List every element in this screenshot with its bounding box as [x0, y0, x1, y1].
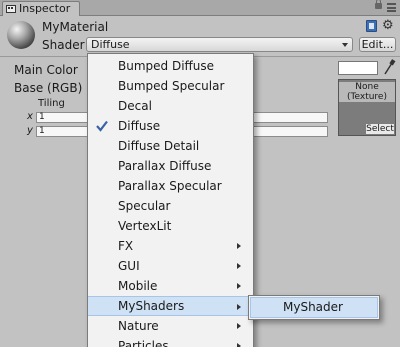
menu-item-bumped-diffuse[interactable]: Bumped Diffuse	[88, 56, 253, 76]
menu-item-diffuse[interactable]: Diffuse	[88, 116, 253, 136]
menu-item-label: Diffuse	[118, 119, 161, 133]
menu-item-specular[interactable]: Specular	[88, 196, 253, 216]
chevron-down-icon	[342, 43, 348, 47]
menu-item-parallax-diffuse[interactable]: Parallax Diffuse	[88, 156, 253, 176]
menu-item-mobile[interactable]: Mobile	[88, 276, 253, 296]
myshaders-submenu: MyShader	[248, 295, 380, 320]
checkmark-icon	[96, 120, 108, 132]
tab-label: Inspector	[19, 2, 71, 15]
tab-inspector[interactable]: Inspector	[2, 1, 80, 16]
menu-item-label: Particles	[118, 339, 169, 347]
menu-item-label: Nature	[118, 319, 159, 333]
menu-item-label: VertexLit	[118, 219, 172, 233]
chevron-right-icon	[237, 343, 241, 347]
menu-item-label: FX	[118, 239, 134, 253]
shader-dropdown[interactable]: Diffuse	[86, 37, 353, 52]
chevron-right-icon	[237, 323, 241, 329]
menu-item-parallax-specular[interactable]: Parallax Specular	[88, 176, 253, 196]
tiling-label: Tiling	[38, 98, 65, 109]
shader-label: Shader	[42, 38, 85, 52]
menu-item-particles[interactable]: Particles	[88, 336, 253, 347]
tiling-y-axis-label: y	[27, 125, 33, 136]
menu-item-label: MyShaders	[118, 299, 185, 313]
tiling-x-axis-label: x	[27, 111, 33, 122]
eyedropper-icon[interactable]	[382, 58, 396, 76]
menu-item-gui[interactable]: GUI	[88, 256, 253, 276]
texture-none-label: None	[355, 82, 379, 92]
shader-dropdown-value: Diffuse	[91, 38, 130, 51]
submenu-item-myshader[interactable]: MyShader	[250, 297, 378, 318]
menu-item-label: GUI	[118, 259, 140, 273]
edit-button[interactable]: Edit...	[359, 37, 396, 52]
menu-item-decal[interactable]: Decal	[88, 96, 253, 116]
menu-item-bumped-specular[interactable]: Bumped Specular	[88, 76, 253, 96]
tab-bar: Inspector	[0, 0, 400, 16]
menu-item-label: Bumped Diffuse	[118, 59, 215, 73]
gear-icon[interactable]: ⚙	[382, 19, 394, 32]
menu-item-label: Mobile	[118, 279, 158, 293]
menu-item-nature[interactable]: Nature	[88, 316, 253, 336]
main-color-label: Main Color	[14, 63, 78, 77]
chevron-right-icon	[237, 304, 241, 310]
help-book-icon[interactable]	[366, 20, 377, 32]
submenu-item-label: MyShader	[283, 300, 343, 314]
chevron-right-icon	[237, 263, 241, 269]
material-name: MyMaterial	[42, 20, 109, 34]
chevron-right-icon	[237, 243, 241, 249]
menu-item-label: Parallax Diffuse	[118, 159, 212, 173]
menu-item-label: Specular	[118, 199, 171, 213]
material-preview-sphere	[7, 21, 35, 49]
menu-icon[interactable]	[387, 3, 396, 12]
shader-popup-menu: Bumped Diffuse Bumped Specular Decal Dif…	[87, 53, 254, 347]
base-texture-label: Base (RGB)	[14, 81, 83, 95]
menu-item-myshaders[interactable]: MyShaders	[88, 296, 253, 316]
menu-item-label: Bumped Specular	[118, 79, 225, 93]
menu-item-label: Decal	[118, 99, 152, 113]
chevron-right-icon	[237, 283, 241, 289]
main-color-swatch[interactable]	[338, 61, 378, 75]
menu-item-label: Parallax Specular	[118, 179, 222, 193]
lock-icon[interactable]	[375, 0, 382, 9]
inspector-icon	[6, 5, 16, 13]
texture-placeholder: None (Texture)	[339, 82, 395, 102]
menu-item-vertexlit[interactable]: VertexLit	[88, 216, 253, 236]
texture-type-label: (Texture)	[347, 92, 387, 102]
menu-item-diffuse-detail[interactable]: Diffuse Detail	[88, 136, 253, 156]
texture-slot[interactable]: None (Texture) Select	[338, 79, 396, 136]
menu-item-fx[interactable]: FX	[88, 236, 253, 256]
menu-item-label: Diffuse Detail	[118, 139, 200, 153]
texture-select-button[interactable]: Select	[366, 124, 394, 134]
